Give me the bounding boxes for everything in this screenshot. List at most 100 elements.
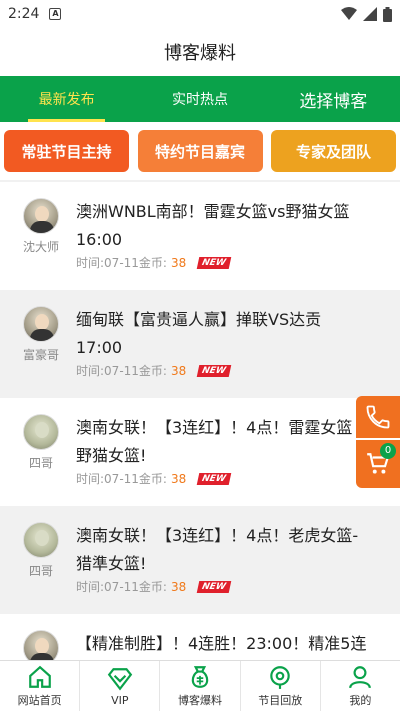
guest-button[interactable]: 特约节目嘉宾 (137, 130, 263, 172)
nav-blog[interactable]: 博客爆料 (160, 661, 241, 711)
author-block: 四哥 (12, 522, 70, 614)
expert-team-label: 专家及团队 (295, 142, 371, 161)
author-name: 沈大师 (22, 240, 59, 254)
post-date: 07-11 (104, 471, 139, 486)
nav-me-label: 我的 (349, 694, 372, 707)
post-content: 澳南女联！【3连红】！4点！老虎女篮- 猎準女篮! 时间: 07-11 金币: … (70, 522, 400, 614)
wifi-icon (341, 7, 357, 20)
post-title-line1: 澳洲WNBL南部！雷霆女篮vs野猫女篮 (76, 202, 350, 221)
nav-playback[interactable]: 节目回放 (241, 661, 321, 711)
avatar (23, 198, 59, 234)
tab-choose-blog-label: 选择博客 (299, 91, 368, 112)
tab-choose-blog[interactable]: 选择博客 (267, 76, 400, 122)
post-title: 【精准制胜】！4连胜！23:00！精准5连 (76, 630, 392, 660)
avatar (23, 306, 59, 342)
new-badge: NEW (196, 580, 232, 593)
guest-label: 特约节目嘉宾 (154, 142, 245, 161)
author-block (12, 630, 70, 660)
post-coin: 38 (170, 255, 187, 270)
post-coin-label: 金币: (138, 364, 167, 378)
user-icon (349, 666, 372, 689)
post-title-line2: 野猫女篮! (76, 446, 147, 465)
post-coin: 38 (170, 579, 187, 594)
nav-me[interactable]: 我的 (321, 661, 400, 711)
title-bar: 博客爆料 (0, 28, 400, 76)
bottom-nav: 网站首页 VIP 博客爆料 节目回放 我的 (0, 660, 400, 711)
list-item[interactable]: 富豪哥 缅甸联【富贵逼人赢】掸联VS达贡 17:00 时间: 07-11 金币:… (0, 290, 400, 398)
post-content: 【精准制胜】！4连胜！23:00！精准5连 (70, 630, 400, 660)
post-content: 澳洲WNBL南部！雷霆女篮vs野猫女篮 16:00 时间: 07-11 金币: … (70, 198, 400, 290)
post-date: 07-11 (104, 255, 139, 270)
post-time-label: 时间: (76, 256, 105, 270)
tab-hot[interactable]: 实时热点 (133, 76, 266, 122)
post-coin-label: 金币: (138, 580, 167, 594)
post-coin: 38 (170, 363, 187, 378)
post-content: 缅甸联【富贵逼人赢】掸联VS达贡 17:00 时间: 07-11 金币: 38 … (70, 306, 400, 398)
post-time-label: 时间: (76, 580, 105, 594)
post-date: 07-11 (104, 579, 139, 594)
playback-icon (270, 666, 290, 689)
expert-team-button[interactable]: 专家及团队 (271, 130, 396, 172)
notification-icon: A (49, 8, 62, 20)
tab-bar: 最新发布 实时热点 选择博客 (0, 76, 400, 122)
nav-blog-label: 博客爆料 (178, 694, 222, 707)
post-coin-label: 金币: (138, 472, 167, 486)
post-title: 澳南女联！【3连红】！4点！老虎女篮- 猎準女篮! (76, 522, 392, 578)
status-time: 2:24 (8, 6, 40, 22)
status-bar: 2:24 A (0, 0, 400, 28)
nav-vip-label: VIP (111, 693, 129, 707)
post-title: 澳洲WNBL南部！雷霆女篮vs野猫女篮 16:00 (76, 198, 392, 254)
nav-home-label: 网站首页 (17, 694, 62, 707)
post-coin: 38 (170, 471, 187, 486)
resident-host-button[interactable]: 常驻节目主持 (4, 130, 129, 172)
phone-icon (366, 405, 390, 429)
resident-host-label: 常驻节目主持 (21, 142, 112, 161)
post-title-line1: 澳南女联！【3连红】！4点！老虎女篮- (76, 526, 359, 545)
post-title: 澳南女联！【3连红】！4点！雷霆女篮 野猫女篮! (76, 414, 392, 470)
post-title-line1: 缅甸联【富贵逼人赢】掸联VS达贡 (76, 310, 322, 329)
list-item[interactable]: 沈大师 澳洲WNBL南部！雷霆女篮vs野猫女篮 16:00 时间: 07-11 … (0, 182, 400, 290)
author-name: 四哥 (28, 456, 53, 470)
author-block: 富豪哥 (12, 306, 70, 398)
page-title: 博客爆料 (164, 43, 236, 64)
post-coin-label: 金币: (138, 256, 167, 270)
cart-count-badge: 0 (380, 443, 396, 459)
post-content: 澳南女联！【3连红】！4点！雷霆女篮 野猫女篮! 时间: 07-11 金币: 3… (70, 414, 400, 506)
post-list: 沈大师 澳洲WNBL南部！雷霆女篮vs野猫女篮 16:00 时间: 07-11 … (0, 182, 400, 660)
new-badge: NEW (196, 472, 232, 485)
vip-icon (107, 667, 133, 691)
nav-vip[interactable]: VIP (80, 661, 161, 711)
home-icon (28, 665, 51, 688)
author-block: 沈大师 (12, 198, 70, 290)
post-date: 07-11 (104, 363, 139, 378)
author-block: 四哥 (12, 414, 70, 506)
post-meta: 时间: 07-11 金币: 38 NEW (76, 470, 392, 487)
signal-icon (363, 7, 377, 21)
avatar (23, 630, 59, 660)
nav-home[interactable]: 网站首页 (0, 661, 81, 711)
avatar (23, 414, 59, 450)
post-meta: 时间: 07-11 金币: 38 NEW (76, 254, 392, 271)
tab-latest[interactable]: 最新发布 (0, 76, 133, 122)
nav-playback-label: 节目回放 (258, 694, 303, 707)
list-item[interactable]: 四哥 澳南女联！【3连红】！4点！老虎女篮- 猎準女篮! 时间: 07-11 金… (0, 506, 400, 614)
post-title-line2: 16:00 (76, 230, 123, 249)
money-bag-icon (191, 666, 209, 688)
new-badge: NEW (196, 364, 232, 377)
post-title: 缅甸联【富贵逼人赢】掸联VS达贡 17:00 (76, 306, 392, 362)
battery-icon (383, 6, 392, 22)
new-badge: NEW (196, 256, 232, 269)
post-meta: 时间: 07-11 金币: 38 NEW (76, 362, 392, 379)
post-title-line1: 澳南女联！【3连红】！4点！雷霆女篮 (76, 418, 353, 437)
author-name: 富豪哥 (22, 348, 59, 362)
post-time-label: 时间: (76, 472, 105, 486)
post-meta: 时间: 07-11 金币: 38 NEW (76, 578, 392, 595)
post-time-label: 时间: (76, 364, 105, 378)
phone-button[interactable] (356, 396, 400, 438)
post-title-line1: 【精准制胜】！4连胜！23:00！精准5连 (76, 634, 367, 653)
list-item[interactable]: 四哥 澳南女联！【3连红】！4点！雷霆女篮 野猫女篮! 时间: 07-11 金币… (0, 398, 400, 506)
category-row: 常驻节目主持 特约节目嘉宾 专家及团队 (0, 122, 400, 180)
cart-button[interactable]: 0 (356, 440, 400, 488)
post-title-line2: 猎準女篮! (76, 554, 147, 573)
list-item[interactable]: 【精准制胜】！4连胜！23:00！精准5连 (0, 614, 400, 660)
